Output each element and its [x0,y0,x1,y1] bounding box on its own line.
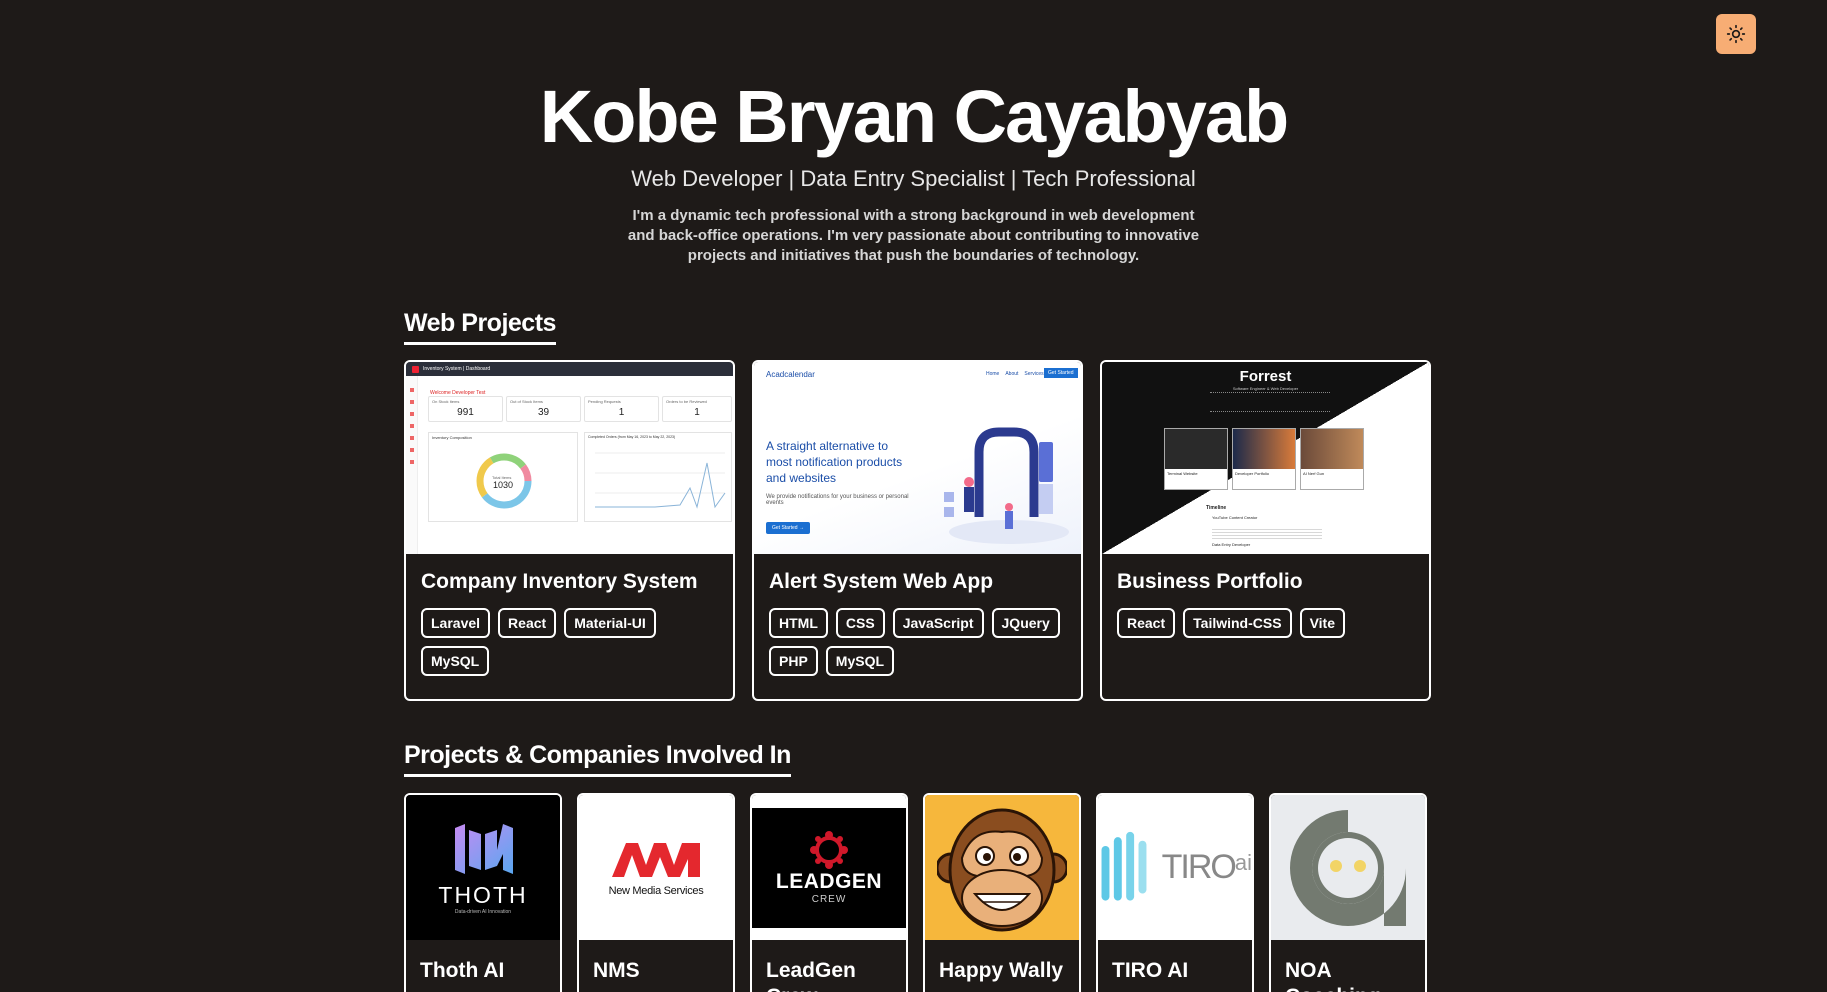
project-title: Company Inventory System [421,570,698,593]
company-logo: New Media Services [579,795,733,940]
thumb-donut-panel: Inventory Composition Total Items 1030 [428,432,578,522]
web-projects-list: Inventory System | Dashboard Welcome Dev… [404,360,1431,701]
company-logo [1271,795,1425,940]
company-logo-text: New Media Services [608,884,704,897]
tech-tag: React [1117,608,1176,638]
thumb-nav: Home About Services [986,371,1044,377]
theme-toggle-button[interactable] [1716,14,1756,54]
thoth-logo-icon [455,824,513,874]
thumb-top-bar: Inventory System | Dashboard [406,362,733,376]
company-card-tiro-ai[interactable]: TIRO ai TIRO AI [1096,793,1254,992]
thumb-line-chart [595,452,726,509]
company-card-thoth-ai[interactable]: THOTH Data-driven AI Innovation Thoth AI [404,793,562,992]
project-thumbnail: Inventory System | Dashboard Welcome Dev… [406,362,733,554]
company-card-nms[interactable]: New Media Services NMS [577,793,735,992]
thumb-stat: On Stock Items 991 [428,396,503,422]
tech-tags: HTML CSS JavaScript JQuery PHP MySQL [769,608,1066,676]
company-logo: THOTH Data-driven AI Innovation [406,795,560,940]
project-title: Alert System Web App [769,570,994,593]
tech-tag: React [498,608,557,638]
leadgen-logo-icon [810,831,848,869]
thumb-top-bar-title: Inventory System | Dashboard [423,366,491,372]
thumb-stat: Out of Stock Items 39 [506,396,581,422]
company-logo-subtext: CREW [811,894,847,905]
thumb-brand: Acadcalendar [766,370,815,379]
thumb-stat: Pending Requests 1 [584,396,659,422]
project-thumbnail: Forrest Software Engineer & Web Develope… [1102,362,1429,554]
company-name: TIRO AI [1112,959,1189,982]
company-name: NOA Coaching [1285,959,1381,992]
tech-tag: CSS [835,608,885,638]
company-card-noa-coaching[interactable]: NOA Coaching [1269,793,1427,992]
noa-logo-icon [1290,809,1406,926]
company-name: Happy Wally [939,959,1064,982]
company-name: LeadGen Crew [766,959,856,992]
tech-tag: Vite [1299,608,1345,638]
company-logo: TIRO ai [1098,795,1252,940]
project-thumbnail: Acadcalendar Home About Services Get Sta… [754,362,1081,554]
thumb-timeline-title: Timeline [1206,505,1227,511]
tech-tag: HTML [769,608,828,638]
company-logo-subtext: Data-driven AI Innovation [454,909,512,915]
project-card-inventory[interactable]: Inventory System | Dashboard Welcome Dev… [404,360,735,701]
company-card-leadgen-crew[interactable]: LEADGEN CREW LeadGen Crew [750,793,908,992]
web-projects-heading: Web Projects [404,309,556,345]
tech-tag: JQuery [991,608,1060,638]
company-name: Thoth AI [420,959,505,982]
tiro-logo-icon [1101,831,1147,901]
tech-tag: PHP [769,646,818,676]
company-logo-subtext: ai [1234,849,1252,875]
tech-tag: MySQL [421,646,490,676]
thumb-line-panel: Completed Orders (from May 16, 2023 to M… [584,432,732,522]
company-name: NMS [593,959,640,982]
nms-logo-icon [612,842,700,877]
project-title: Business Portfolio [1117,570,1303,593]
tech-tags: React Tailwind-CSS Vite [1117,608,1414,638]
company-logo-text: LEADGEN [775,870,883,893]
company-logo-text: TIRO [1161,848,1237,886]
page-subtitle: Web Developer | Data Entry Specialist | … [631,165,1196,191]
companies-list: THOTH Data-driven AI Innovation Thoth AI… [404,793,1427,992]
tech-tag: Tailwind-CSS [1183,608,1292,638]
thumb-cta-button: Get Started → [766,522,810,534]
project-body: Alert System Web App HTML CSS JavaScript… [754,554,1081,692]
hero-section: Kobe Bryan Cayabyab Web Developer | Data… [0,78,1827,266]
thumb-portfolio-cards: Terminal Website Developer Portfolio AI … [1164,428,1364,490]
monkey-logo-icon [937,808,1067,931]
thumb-headline: A straight alternative to most notificat… [766,439,903,485]
thumb-stat: Orders to be Reviewed 1 [662,396,732,422]
page-title: Kobe Bryan Cayabyab [539,75,1290,158]
thumb-portfolio-role: Software Engineer & Web Developer [1232,386,1299,391]
thumb-subtext: We provide notifications for your busine… [766,494,909,506]
company-logo: LEADGEN CREW [752,795,906,940]
project-body: Company Inventory System Laravel React M… [406,554,733,692]
thumb-portfolio-name: Forrest [1239,368,1292,385]
thumb-illustration [944,427,1069,544]
tech-tag: JavaScript [892,608,984,638]
bio-text: I'm a dynamic tech professional with a s… [627,206,1200,264]
company-logo-text: THOTH [438,882,528,908]
tech-tag: Laravel [421,608,491,638]
thumb-sidebar [406,376,418,554]
company-card-happy-wally[interactable]: Happy Wally [923,793,1081,992]
project-card-alert-system[interactable]: Acadcalendar Home About Services Get Sta… [752,360,1083,701]
tech-tags: Laravel React Material-UI MySQL [421,608,718,676]
companies-heading: Projects & Companies Involved In [404,741,791,777]
thumb-nav-button: Get Started [1044,368,1078,378]
tech-tag: Material-UI [564,608,656,638]
company-logo [925,795,1079,940]
project-card-business-portfolio[interactable]: Forrest Software Engineer & Web Develope… [1100,360,1431,701]
tech-tag: MySQL [825,646,895,676]
sun-icon [1726,24,1746,44]
project-body: Business Portfolio React Tailwind-CSS Vi… [1102,554,1429,654]
